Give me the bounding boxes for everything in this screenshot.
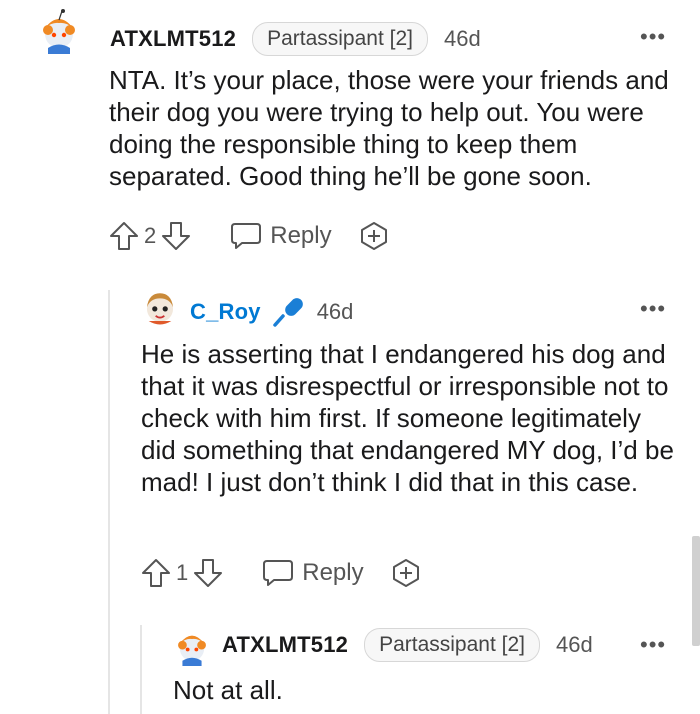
downvote-icon[interactable] bbox=[192, 557, 224, 589]
timestamp: 46d bbox=[556, 632, 593, 657]
reply-button[interactable]: Reply bbox=[230, 221, 332, 251]
comment-actions: 1 Reply bbox=[140, 555, 422, 591]
comment-bubble-icon bbox=[263, 560, 294, 586]
reply-button[interactable]: Reply bbox=[262, 558, 364, 588]
comment-header: ATXLMT512 Partassipant [2] 46d bbox=[222, 628, 593, 662]
scrollbar[interactable] bbox=[692, 536, 700, 646]
comment-bubble-icon bbox=[231, 223, 262, 249]
award-plus-icon[interactable] bbox=[390, 557, 422, 589]
username[interactable]: ATXLMT512 bbox=[110, 26, 236, 52]
snoo-avatar-icon[interactable] bbox=[36, 8, 82, 54]
comment-header: ATXLMT512 Partassipant [2] 46d bbox=[110, 22, 481, 56]
comment-actions: 2 Reply bbox=[108, 218, 390, 254]
snoo-avatar-icon[interactable] bbox=[172, 626, 212, 666]
comment: C_Roy 46d ••• He is asserting that I end… bbox=[0, 270, 700, 620]
vote-count: 1 bbox=[176, 560, 189, 585]
comment: ATXLMT512 Partassipant [2] 46d ••• NTA. … bbox=[0, 0, 700, 270]
more-options-icon[interactable]: ••• bbox=[640, 634, 666, 656]
downvote-icon[interactable] bbox=[160, 220, 192, 252]
username[interactable]: ATXLMT512 bbox=[222, 632, 348, 658]
snoo-avatar-icon[interactable] bbox=[140, 288, 180, 328]
vote-count: 2 bbox=[144, 223, 157, 248]
timestamp: 46d bbox=[316, 299, 354, 324]
reply-label: Reply bbox=[270, 222, 332, 249]
user-flair: Partassipant [2] bbox=[364, 628, 540, 662]
username[interactable]: C_Roy bbox=[190, 299, 261, 325]
upvote-icon[interactable] bbox=[140, 557, 172, 589]
more-options-icon[interactable]: ••• bbox=[640, 26, 666, 48]
comment: ATXLMT512 Partassipant [2] 46d ••• Not a… bbox=[0, 620, 700, 714]
reply-label: Reply bbox=[302, 559, 364, 586]
more-options-icon[interactable]: ••• bbox=[640, 298, 666, 320]
award-plus-icon[interactable] bbox=[358, 220, 390, 252]
comment-body: NTA. It’s your place, those were your fr… bbox=[109, 65, 669, 191]
upvote-icon[interactable] bbox=[108, 220, 140, 252]
user-flair: Partassipant [2] bbox=[252, 22, 428, 56]
comment-thread: ATXLMT512 Partassipant [2] 46d ••• NTA. … bbox=[0, 0, 700, 714]
comment-header: C_Roy 46d bbox=[190, 295, 353, 329]
comment-body: He is asserting that I endangered his do… bbox=[141, 339, 674, 497]
comment-body: Not at all. bbox=[173, 675, 283, 705]
timestamp: 46d bbox=[444, 26, 481, 51]
microphone-icon bbox=[272, 298, 303, 327]
